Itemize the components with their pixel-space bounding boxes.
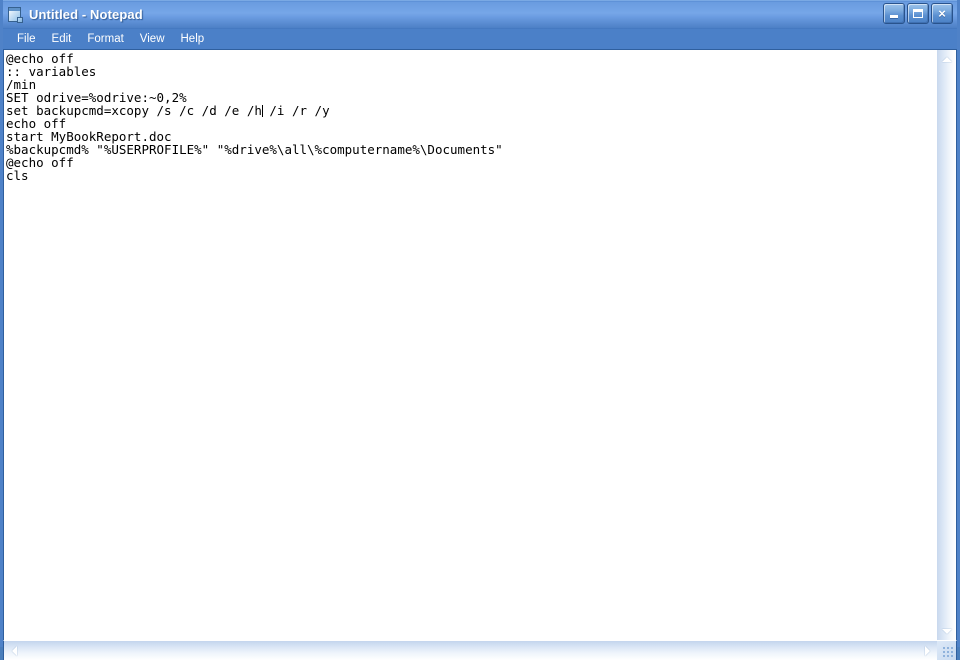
editor-line: %backupcmd% "%USERPROFILE%" "%drive%\all… (6, 142, 503, 157)
minimize-button[interactable] (883, 3, 905, 24)
menu-bar: File Edit Format View Help (3, 29, 957, 49)
editor-line: set backupcmd=xcopy /s /c /d /e /h /i /r… (6, 103, 330, 118)
notepad-document-icon (7, 6, 24, 23)
maximize-button[interactable] (907, 3, 929, 24)
text-caret (261, 105, 263, 117)
editor-line: @echo off (6, 51, 74, 66)
text-editor[interactable]: @echo off:: variables/min SET odrive=%odr… (4, 50, 936, 640)
horizontal-scrollbar[interactable] (3, 640, 957, 660)
menu-item-help[interactable]: Help (173, 29, 213, 49)
title-bar[interactable]: Untitled - Notepad × (3, 0, 957, 29)
vertical-scrollbar[interactable] (936, 50, 956, 640)
editor-line: cls (6, 168, 29, 183)
scroll-up-arrow[interactable] (937, 50, 956, 68)
client-area: @echo off:: variables/min SET odrive=%odr… (3, 49, 957, 640)
maximize-icon (913, 9, 923, 18)
editor-text: @echo off:: variables/min SET odrive=%odr… (6, 52, 936, 182)
menu-item-format[interactable]: Format (79, 29, 131, 49)
editor-line: :: variables (6, 64, 97, 79)
editor-line: @echo off (6, 155, 74, 170)
close-button[interactable]: × (931, 3, 953, 24)
scroll-left-arrow[interactable] (5, 641, 23, 660)
window-title: Untitled - Notepad (29, 7, 143, 22)
scroll-right-arrow[interactable] (918, 641, 936, 660)
minimize-icon (890, 15, 898, 18)
scroll-down-arrow[interactable] (937, 622, 956, 640)
menu-item-view[interactable]: View (132, 29, 173, 49)
resize-grip[interactable] (937, 641, 956, 660)
window-controls: × (883, 3, 953, 24)
menu-item-file[interactable]: File (9, 29, 44, 49)
menu-item-edit[interactable]: Edit (44, 29, 80, 49)
close-icon: × (938, 6, 946, 21)
notepad-window: Untitled - Notepad × File Edit Format Vi… (0, 0, 960, 660)
